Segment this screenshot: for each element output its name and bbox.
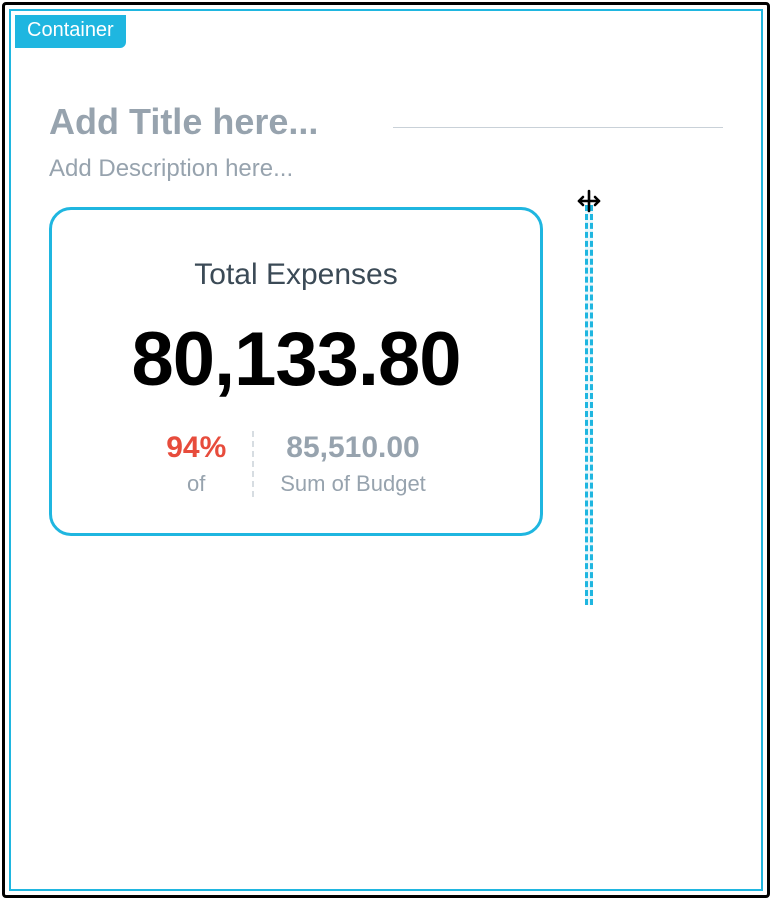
content-area: Total Expenses 80,133.80 94% of 85,510.0… — [49, 101, 723, 536]
kpi-card-value: 80,133.80 — [82, 316, 510, 403]
move-horizontal-icon[interactable] — [575, 187, 603, 215]
description-input[interactable] — [49, 155, 723, 183]
kpi-card[interactable]: Total Expenses 80,133.80 94% of 85,510.0… — [49, 207, 543, 536]
resize-guide[interactable] — [583, 201, 595, 609]
resize-guide-track — [585, 205, 593, 605]
kpi-card-footer: 94% of 85,510.00 Sum of Budget — [82, 431, 510, 497]
title-input[interactable] — [49, 101, 369, 143]
kpi-percent-of-label: of — [187, 471, 205, 497]
container[interactable]: Container Total Expenses 80,133.80 94% o… — [9, 9, 763, 891]
title-underline — [393, 127, 723, 128]
kpi-percent-block: 94% of — [140, 431, 252, 497]
card-area: Total Expenses 80,133.80 94% of 85,510.0… — [49, 207, 723, 536]
container-tag: Container — [15, 15, 126, 48]
title-row — [49, 101, 723, 143]
container-tag-label: Container — [27, 19, 114, 41]
kpi-percent-value: 94% — [166, 431, 226, 465]
kpi-secondary-label: Sum of Budget — [280, 471, 426, 497]
window-frame: Container Total Expenses 80,133.80 94% o… — [2, 2, 770, 898]
kpi-secondary-value: 85,510.00 — [286, 431, 419, 465]
kpi-card-title: Total Expenses — [82, 258, 510, 292]
kpi-secondary-block: 85,510.00 Sum of Budget — [254, 431, 452, 497]
